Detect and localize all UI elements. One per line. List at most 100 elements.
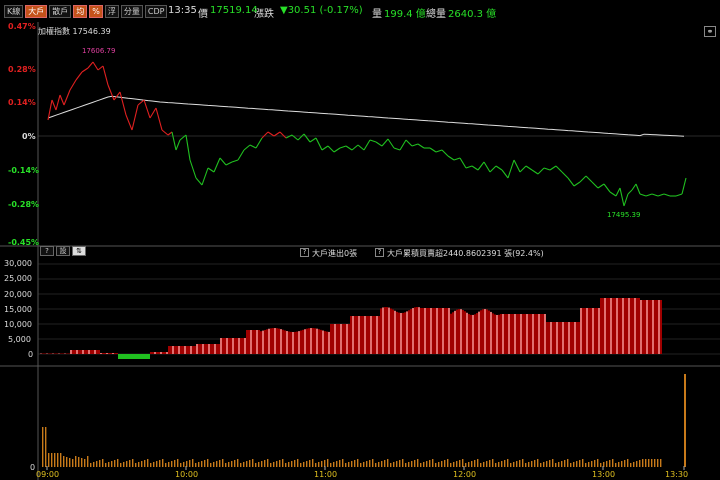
sub-bar [138,354,140,359]
volume-bar [159,460,161,467]
sub-bar [46,353,48,354]
sub-bar [604,298,606,354]
sub-bar [242,338,244,354]
volume-bar [225,463,227,467]
volume-bar [420,463,422,467]
help-button[interactable]: ? [40,246,54,256]
sub-bar [544,314,546,354]
volume-bar [114,460,116,467]
sub-bar [658,300,660,354]
sub-bar [470,314,472,354]
sub-bar [616,298,618,354]
sub-bar [580,308,582,354]
sub-bar [112,353,114,354]
sub-bar [174,346,176,354]
price-segment [609,191,617,197]
sub-bar [238,338,240,354]
sub-bar [418,307,420,354]
volume-bar [432,459,434,467]
sub-bar [86,350,88,354]
sub-bar [336,324,338,354]
sub-bar [610,298,612,354]
sub-bar [384,307,386,354]
volume-bar [336,461,338,467]
info2-help-icon[interactable]: ? [375,248,384,257]
sub-bar [132,354,134,359]
sub-bar [234,338,236,354]
sub-bar [612,298,614,354]
volume-bar [48,453,50,467]
sub-bar [498,314,500,354]
price-segment [225,161,233,166]
price-segment [213,157,221,173]
sub-bar [176,346,178,354]
price-segment [441,149,449,157]
info1-help-icon[interactable]: ? [300,248,309,257]
volume-bar [369,460,371,467]
sub-bar [484,309,486,354]
sub-bar [494,314,496,354]
price-segment [597,183,605,189]
sub-bar [58,353,60,354]
sub-bar [526,314,528,354]
volume-bar [345,463,347,467]
price-segment [59,94,65,106]
price-segment [63,89,71,106]
volume-bar [360,463,362,467]
volume-bar [270,463,272,467]
volume-bar [267,459,269,467]
sub-bar [634,298,636,354]
price-segment [315,137,323,151]
volume-bar [333,462,335,467]
volume-bar [255,463,257,467]
settings-button[interactable]: 設 [56,246,70,256]
sub-y-label-5: 5,000 [8,335,31,344]
price-segment [321,145,329,151]
sub-bar [636,298,638,354]
sub-bar [216,344,218,354]
sub-bar [310,328,312,354]
volume-bar [228,462,230,467]
sub-bar [572,322,574,354]
sub-bar [244,338,246,354]
sub-bar [100,353,102,354]
sub-bar [466,312,468,354]
sub-bar [532,314,534,354]
volume-bar [654,459,656,467]
sub-bar [166,352,168,354]
volume-bar [279,460,281,467]
volume-bar [216,461,218,467]
price-segment [167,131,173,136]
sub-bar [472,314,474,354]
sub-bar [406,311,408,354]
volume-bar [45,427,47,467]
volume-bar [585,463,587,467]
toggle-button[interactable]: ⇅ [72,246,86,256]
y-label-2: 0.14% [8,98,36,107]
sub-bar [332,324,334,354]
sub-bar [590,308,592,354]
volume-bar [438,462,440,467]
sub-bar [90,350,92,354]
volume-bar [378,462,380,467]
price-segment [429,147,437,153]
price-segment [603,183,611,193]
link-icon[interactable]: ⚭ [704,26,716,37]
volume-bar [552,459,554,467]
sub-bar [574,322,576,354]
sub-bar [308,328,310,354]
sub-bar [128,354,130,359]
sub-bar [158,352,160,354]
volume-bar [294,460,296,467]
sub-bar [452,312,454,354]
price-segment [579,175,587,183]
price-segment [435,149,443,153]
sub-bar [458,309,460,354]
sub-bar [134,354,136,359]
volume-bar [195,463,197,467]
price-segment [131,104,139,131]
volume-bar [372,459,374,467]
sub-bar [304,329,306,354]
sub-bar [376,316,378,354]
volume-bar [108,462,110,467]
